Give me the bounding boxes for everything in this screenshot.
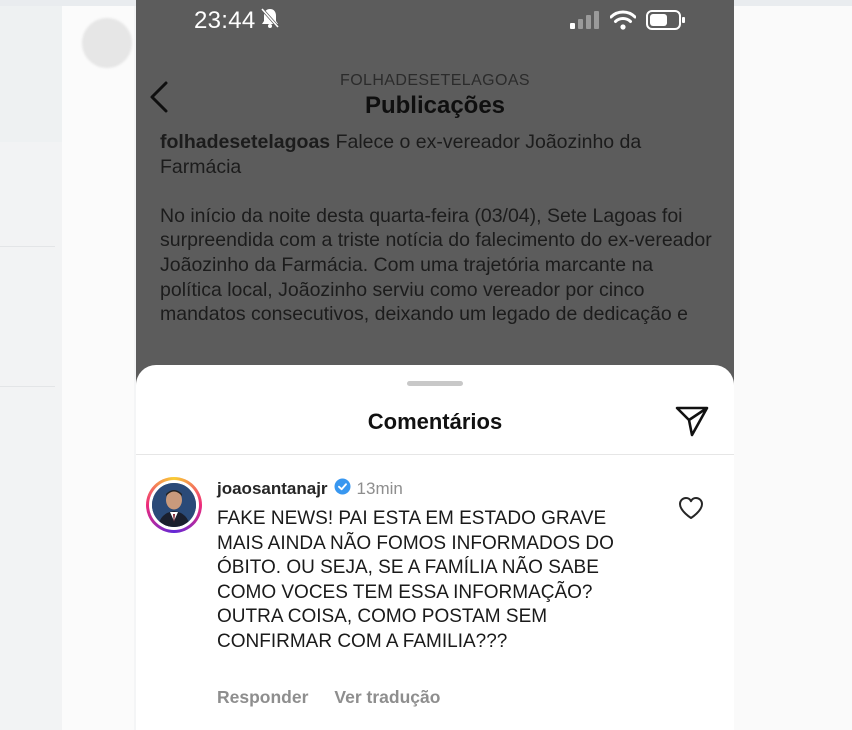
status-bar-icons [570,10,686,35]
background-right [734,6,852,730]
background-avatar [82,18,132,68]
caption-username[interactable]: folhadesetelagoas [160,131,330,153]
send-icon[interactable] [674,403,710,439]
background-left-column [0,142,62,730]
comment-time: 13min [356,479,403,498]
reply-button[interactable]: Responder [217,687,308,708]
background-center [62,6,134,730]
background-panel [0,6,62,142]
signal-icon [570,11,600,34]
status-bar-time: 23:44 [194,7,280,36]
avatar-photo [152,483,196,527]
heart-icon[interactable] [678,496,704,520]
caption-body: No início da noite desta quarta-feira (0… [160,204,712,326]
comments-sheet: Comentários joaosantanajr 13min FAKE NEW… [136,365,734,730]
silent-bell-icon [260,7,280,36]
sheet-grabber[interactable] [407,381,463,386]
verified-badge-icon [334,478,351,500]
post-caption: folhadesetelagoas Falece o ex-vereador J… [160,130,715,327]
comment-header: joaosantanajr 13min [217,478,403,500]
wifi-icon [609,10,637,35]
comment-actions: Responder Ver tradução [217,687,440,708]
comment-username[interactable]: joaosantanajr [217,479,328,499]
comment-text: FAKE NEWS! PAI ESTA EM ESTADO GRAVE MAIS… [217,508,614,652]
background-divider [0,246,55,247]
header-account-name: FOLHADESETELAGOAS [340,72,530,89]
sheet-divider [136,454,734,455]
comments-title: Comentários [367,409,503,434]
avatar[interactable] [146,477,202,533]
background-divider [0,386,55,387]
translate-button[interactable]: Ver tradução [334,687,440,708]
page-title: Publicações [364,92,506,119]
battery-icon [646,10,686,35]
phone-screen: 23:44 FOLHADESETELAGOAS Publicações folh… [136,0,734,730]
